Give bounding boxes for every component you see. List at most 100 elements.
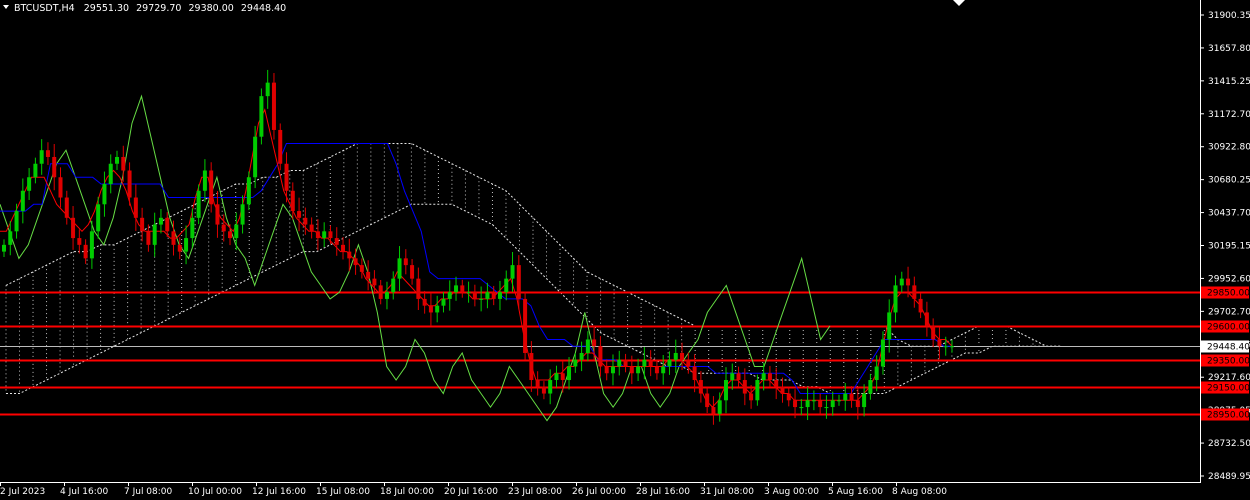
bull-candle: [497, 292, 502, 299]
time-tick-label: 23 Jul 08:00: [508, 487, 562, 497]
bear-candle: [353, 258, 358, 266]
bull-candle: [102, 184, 107, 205]
bull-candle: [14, 211, 19, 232]
bull-candle: [384, 292, 389, 299]
bull-candle: [397, 258, 402, 279]
bull-candle: [610, 366, 615, 374]
bull-candle: [190, 217, 195, 239]
bear-candle: [598, 346, 603, 367]
time-tick-label: 12 Jul 16:00: [252, 487, 306, 497]
bear-candle: [290, 190, 295, 212]
bear-candle: [472, 292, 477, 299]
bull-candle: [843, 393, 848, 401]
bear-candle: [284, 163, 289, 191]
bear-candle: [849, 393, 854, 401]
bear-candle: [686, 359, 691, 367]
price-tick-label: 30680.25: [1208, 176, 1250, 186]
level-label: 29150.00: [1207, 384, 1250, 394]
bear-candle: [165, 217, 170, 232]
bear-candle: [347, 251, 352, 259]
time-tick-label: 15 Jul 08:00: [316, 487, 370, 497]
bull-candle: [504, 278, 509, 293]
price-tick-label: 30437.70: [1208, 209, 1250, 219]
bull-candle: [96, 204, 101, 232]
bull-candle: [554, 373, 559, 381]
bear-candle: [303, 217, 308, 225]
bear-candle: [177, 244, 182, 252]
bear-candle: [146, 231, 151, 245]
bear-candle: [315, 231, 320, 239]
bull-candle: [2, 244, 6, 252]
bear-candle: [906, 278, 911, 286]
time-tick-label: 20 Jul 16:00: [444, 487, 498, 497]
bull-candle: [862, 393, 867, 408]
bear-candle: [328, 231, 333, 239]
level-label: 29600.00: [1207, 323, 1250, 333]
bull-candle: [441, 298, 446, 306]
bear-candle: [221, 224, 226, 232]
price-tick-label: 29702.70: [1208, 307, 1250, 317]
price-tick-label: 31657.80: [1208, 44, 1250, 54]
time-tick-label: 28 Jul 16:00: [636, 487, 690, 497]
bull-candle: [89, 231, 94, 259]
bear-candle: [121, 156, 126, 171]
bear-candle: [786, 393, 791, 401]
bull-candle: [899, 278, 904, 286]
time-tick-label: 7 Jul 08:00: [124, 487, 173, 497]
bear-candle: [271, 82, 276, 130]
bull-candle: [723, 380, 728, 401]
price-chart[interactable]: 31900.35 31657.80 31415.25 31172.70 30922.80…: [0, 0, 1250, 500]
time-tick-label: 2 Jul 2023: [0, 487, 45, 497]
svg-text:BTCUSDT,H4 29551.30: BTCUSDT,H4 29551.30 29729.70 29380.00 29…: [14, 3, 286, 14]
bull-candle: [27, 177, 32, 191]
bear-candle: [560, 373, 565, 381]
bull-candle: [391, 278, 396, 293]
header-close: 29448.40: [241, 3, 286, 14]
bear-candle: [83, 244, 88, 259]
bear-candle: [535, 380, 540, 387]
bull-candle: [661, 366, 666, 374]
bear-candle: [428, 305, 433, 313]
price-tick-label: 28732.50: [1208, 439, 1250, 449]
bear-candle: [629, 366, 634, 374]
bull-candle: [579, 352, 584, 360]
bull-candle: [673, 352, 678, 360]
bear-candle: [623, 359, 628, 367]
bull-candle: [636, 366, 641, 374]
bear-candle: [711, 407, 716, 414]
bull-candle: [39, 150, 44, 164]
bear-candle: [372, 278, 377, 286]
bear-candle: [209, 170, 214, 205]
bear-candle: [366, 271, 371, 279]
time-tick-label: 4 Jul 16:00: [60, 487, 109, 497]
bull-candle: [447, 292, 452, 299]
bull-candle: [240, 204, 245, 225]
bull-candle: [8, 231, 13, 245]
bull-candle: [573, 359, 578, 367]
bull-candle: [33, 163, 38, 178]
bear-candle: [774, 380, 779, 387]
price-tick-label: 29952.60: [1208, 274, 1250, 284]
bear-candle: [855, 400, 860, 408]
price-tick-label: 30922.80: [1208, 143, 1250, 153]
bull-candle: [202, 170, 207, 191]
bear-candle: [937, 339, 942, 347]
bear-candle: [529, 352, 534, 381]
bear-candle: [692, 366, 697, 381]
bear-candle: [45, 150, 50, 157]
bear-candle: [912, 285, 917, 299]
bull-candle: [824, 407, 829, 409]
bear-candle: [491, 292, 496, 299]
bear-candle: [767, 373, 772, 381]
time-tick-label: 5 Aug 16:00: [828, 487, 883, 497]
bear-candle: [698, 380, 703, 394]
header-open: 29551.30: [84, 3, 129, 14]
bull-candle: [761, 373, 766, 381]
bull-candle: [887, 312, 892, 340]
bear-candle: [648, 359, 653, 367]
bear-candle: [931, 325, 936, 340]
bull-candle: [950, 346, 954, 348]
bear-candle: [133, 197, 138, 218]
bull-candle: [479, 298, 484, 300]
bull-candle: [265, 82, 270, 97]
